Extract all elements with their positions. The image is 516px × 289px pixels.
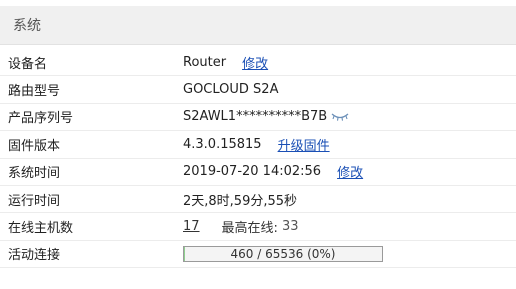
row-firmware: 固件版本 4.3.0.15815 升级固件 bbox=[0, 131, 516, 159]
serial-value: S2AWL1**********B7B bbox=[183, 109, 328, 125]
device-name-label: 设备名 bbox=[8, 56, 48, 72]
row-system-time: 系统时间 2019-07-20 14:02:56 修改 bbox=[0, 159, 516, 186]
model-label: 路由型号 bbox=[8, 84, 61, 100]
uptime-value: 2天,8时,59分,55秒 bbox=[183, 193, 298, 209]
device-name-value: Router bbox=[183, 54, 227, 70]
section-title: 系统 bbox=[13, 18, 41, 34]
section-header: 系统 bbox=[0, 6, 516, 45]
row-online-hosts: 在线主机数 17 最高在线: 33 bbox=[0, 213, 516, 241]
peak-online-label: 最高在线: bbox=[221, 221, 278, 237]
system-time-value: 2019-07-20 14:02:56 bbox=[183, 164, 322, 180]
connections-progress-text: 460 / 65536 (0%) bbox=[230, 246, 336, 261]
edit-device-name-link[interactable]: 修改 bbox=[242, 53, 268, 72]
row-uptime: 运行时间 2天,8时,59分,55秒 bbox=[0, 186, 516, 214]
eye-closed-icon[interactable] bbox=[331, 112, 349, 122]
online-hosts-label: 在线主机数 bbox=[8, 221, 74, 237]
row-connections: 活动连接 460 / 65536 (0%) bbox=[0, 241, 516, 269]
online-hosts-link[interactable]: 17 bbox=[183, 219, 200, 234]
upgrade-firmware-link[interactable]: 升级固件 bbox=[278, 135, 330, 154]
row-serial: 产品序列号 S2AWL1**********B7B bbox=[0, 104, 516, 132]
model-value: GOCLOUD S2A bbox=[183, 82, 279, 98]
connections-progress-bar: 460 / 65536 (0%) bbox=[183, 245, 383, 262]
firmware-value: 4.3.0.15815 bbox=[183, 136, 262, 152]
uptime-label: 运行时间 bbox=[8, 193, 61, 209]
firmware-label: 固件版本 bbox=[8, 138, 61, 154]
system-time-label: 系统时间 bbox=[8, 166, 61, 182]
row-model: 路由型号 GOCLOUD S2A bbox=[0, 76, 516, 104]
serial-label: 产品序列号 bbox=[8, 111, 74, 127]
connections-label: 活动连接 bbox=[8, 248, 61, 264]
peak-online-value: 33 bbox=[281, 219, 299, 235]
row-device-name: 设备名 Router 修改 bbox=[0, 49, 516, 77]
system-status-panel: 系统 设备名 Router 修改 路由型号 GOCLOUD S2A 产品序列号 … bbox=[0, 0, 516, 289]
edit-system-time-link[interactable]: 修改 bbox=[337, 162, 363, 181]
